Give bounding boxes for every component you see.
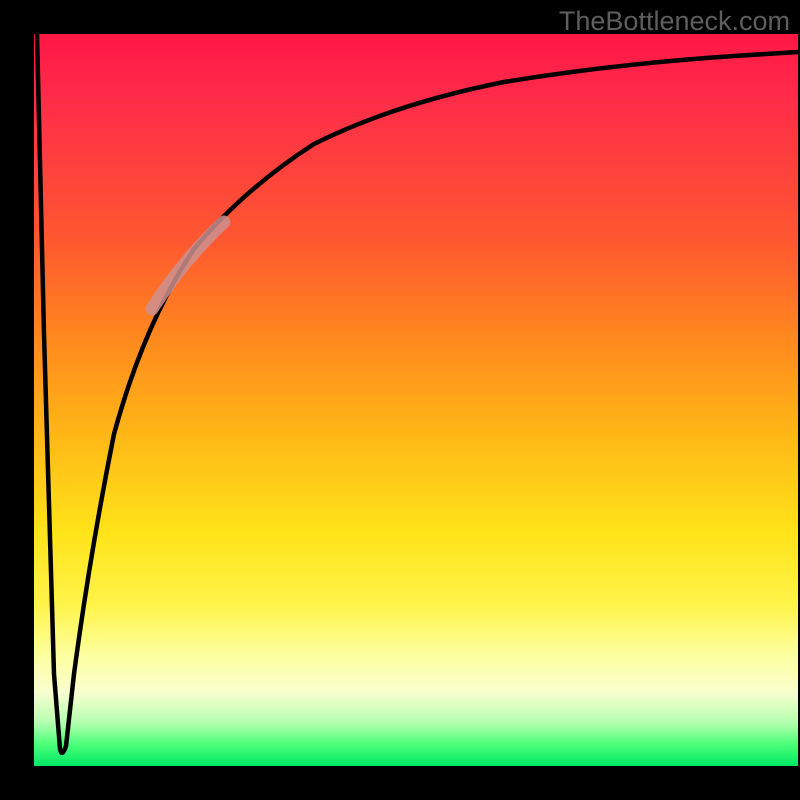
watermark-text: TheBottleneck.com [559,6,790,37]
left-axis-strip [0,0,34,800]
bottom-axis-strip [34,766,798,800]
chart-frame: TheBottleneck.com [0,0,800,800]
highlight-segment [152,222,224,309]
main-curve [37,34,798,753]
chart-curve-layer [34,34,798,766]
